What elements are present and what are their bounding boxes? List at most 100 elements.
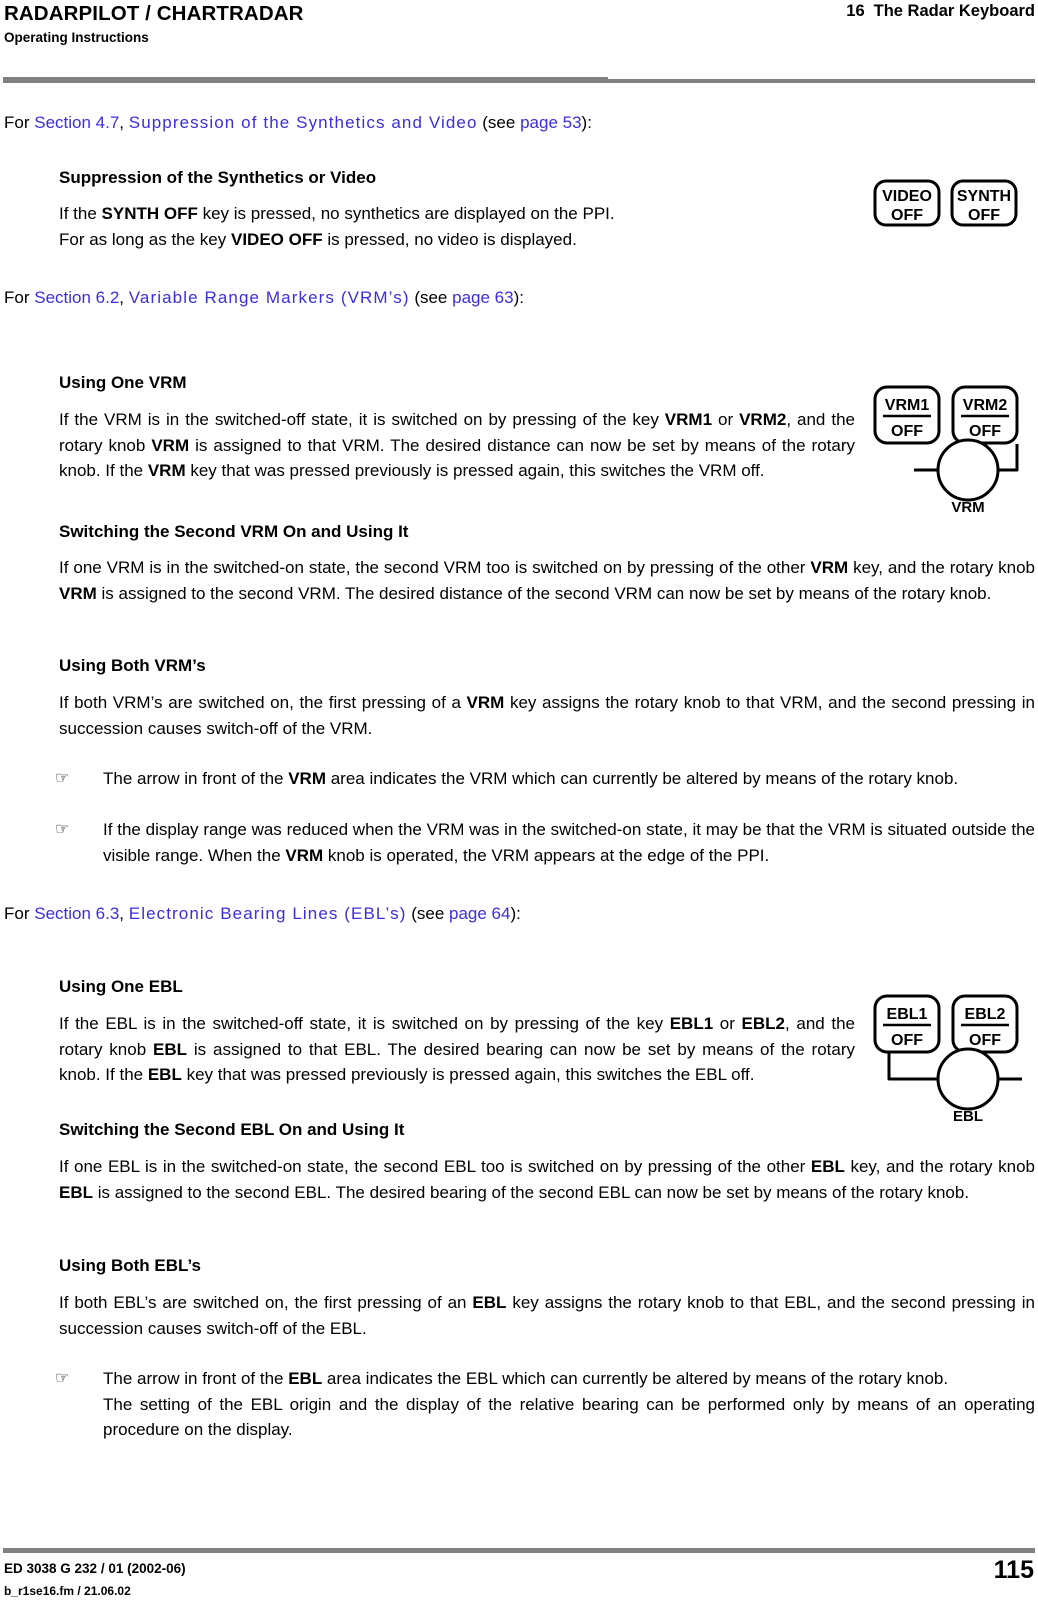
s2-c: or [712, 410, 740, 429]
vrm1-key-line1: VRM1 [885, 397, 930, 414]
s1-l1c: key is pressed, no synthetics are displa… [197, 204, 615, 223]
s2-d: VRM2 [739, 410, 787, 429]
section-5-paragraph: If the EBL is in the switched-off state,… [59, 1011, 855, 1088]
reference-line-section-4-7: For Section 4.7, Suppression of the Synt… [4, 113, 592, 133]
ref1-title-link[interactable]: Suppression of the Synthetics and Video [129, 113, 478, 132]
s5-h: EBL [147, 1065, 182, 1084]
s7-b1c: area indicates the EBL which can current… [322, 1369, 949, 1388]
s4-b1a: The arrow in front of the [103, 769, 289, 788]
s6-d: EBL [59, 1182, 93, 1202]
pointing-hand-icon: ☞ [55, 1370, 70, 1387]
section-2-paragraph: If the VRM is in the switched-off state,… [59, 407, 855, 484]
s2-f: VRM [151, 435, 190, 455]
pointing-hand-icon: ☞ [55, 770, 70, 787]
s4-b1c: area indicates the VRM which can current… [325, 769, 959, 788]
ref2-page-link[interactable]: page 63 [452, 288, 513, 307]
synth-key-line1: SYNTH [957, 188, 1011, 205]
bullet-item-ebl-arrow: ☞ The arrow in front of the EBL area ind… [55, 1366, 1035, 1443]
video-key-line1: VIDEO [882, 188, 932, 205]
ebl1-key-line1: EBL1 [887, 1006, 928, 1023]
section-7-paragraph: If both EBL’s are switched on, the first… [59, 1290, 1035, 1341]
s1-l2b: VIDEO OFF [230, 229, 323, 249]
reference-line-section-6-2: For Section 6.2, Variable Range Markers … [4, 288, 524, 308]
vrm2-key-line2: OFF [969, 423, 1001, 440]
section-heading-using-one-vrm: Using One VRM [59, 373, 187, 392]
ref3-lead: For [4, 904, 35, 923]
footer-doc-id: ED 3038 G 232 / 01 (2002-06) [4, 1561, 186, 1576]
ebl-knob-caption: EBL [953, 1108, 983, 1125]
ebl1-key-line2: OFF [891, 1032, 923, 1049]
s1-l1a: If the [59, 204, 102, 223]
section-heading-switching-second-ebl: Switching the Second EBL On and Using It [59, 1120, 405, 1139]
s2-h: VRM [147, 461, 186, 480]
bullet-item-vrm-range: ☞ If the display range was reduced when … [55, 817, 1035, 868]
section-heading-using-both-ebls: Using Both EBL’s [59, 1256, 201, 1275]
s3-c: key, and the rotary knob [848, 558, 1035, 577]
ref3-section-link[interactable]: Section 6.3 [34, 904, 119, 923]
section-heading-using-both-vrms: Using Both VRM’s [59, 656, 206, 675]
ref3-title-link[interactable]: Electronic Bearing Lines (EBL’s) [129, 904, 407, 923]
s3-e: is assigned to the second VRM. The desir… [96, 583, 992, 603]
s2-a: If the VRM is in the switched-off state,… [59, 410, 665, 429]
key-graphic-ebl: EBL1 OFF EBL2 OFF EBL [872, 993, 1034, 1125]
ref2-section-link[interactable]: Section 6.2 [34, 288, 119, 307]
ref2-comma: , [119, 288, 129, 307]
ref1-page-link[interactable]: page 53 [520, 113, 581, 132]
vrm2-key-line1: VRM2 [963, 397, 1008, 414]
bullet-text-vrm-arrow: The arrow in front of the VRM area indic… [103, 766, 1035, 792]
s1-l2c: is pressed, no video is displayed. [322, 229, 577, 249]
header-chapter-number: 16 [846, 2, 865, 20]
ref2-see-open: (see [409, 288, 453, 307]
ref1-section-link[interactable]: Section 4.7 [34, 113, 119, 132]
s5-b: EBL1 [669, 1014, 714, 1033]
ref1-lead: For [4, 113, 35, 132]
s6-e: is assigned to the second EBL. The desir… [93, 1182, 970, 1202]
bullet-text-vrm-range: If the display range was reduced when th… [103, 817, 1035, 868]
document-page: RADARPILOT / CHARTRADAR Operating Instru… [0, 0, 1038, 1619]
section-heading-switching-second-vrm: Switching the Second VRM On and Using It [59, 522, 409, 541]
ref3-see-open: (see [406, 904, 450, 923]
s4-b2b: VRM [285, 845, 324, 865]
ref2-see-close: ): [513, 288, 524, 307]
s6-b: EBL [810, 1157, 845, 1176]
s7-b1d: The setting of the EBL origin and the di… [103, 1394, 1035, 1440]
s5-d: EBL2 [741, 1014, 786, 1033]
section-heading-suppression: Suppression of the Synthetics or Video [59, 168, 377, 187]
ref3-page-link[interactable]: page 64 [449, 904, 510, 923]
s5-f: EBL [153, 1039, 188, 1059]
header-chapter: 16 The Radar Keyboard [846, 2, 1035, 21]
s4-b2c: knob is operated, the VRM appears at the… [323, 845, 770, 865]
synth-key-line2: OFF [968, 207, 1000, 224]
ref1-comma: , [119, 113, 129, 132]
section-6-paragraph: If one EBL is in the switched-on state, … [59, 1154, 1035, 1205]
s1-l1b: SYNTH OFF [101, 204, 198, 223]
s6-c: key, and the rotary knob [844, 1157, 1035, 1176]
pointing-hand-icon: ☞ [55, 821, 70, 838]
ebl2-key-line1: EBL2 [965, 1006, 1006, 1023]
ref2-title-link[interactable]: Variable Range Markers (VRM’s) [129, 288, 410, 307]
s7-a: If both EBL’s are switched on, the first… [59, 1293, 473, 1312]
s7-b1b: EBL [288, 1369, 323, 1388]
section-4-paragraph: If both VRM’s are switched on, the first… [59, 690, 1035, 741]
s3-d: VRM [59, 583, 97, 603]
section-3-paragraph: If one VRM is in the switched-on state, … [59, 555, 1035, 606]
s7-b: EBL [472, 1293, 507, 1312]
s5-a: If the EBL is in the switched-off state,… [59, 1014, 670, 1033]
s6-a: If one EBL is in the switched-on state, … [59, 1157, 811, 1176]
ref2-lead: For [4, 288, 35, 307]
s1-l2a: For as long as the key [59, 229, 231, 249]
footer-page-number: 115 [993, 1556, 1034, 1584]
ref1-see-open: (see [477, 113, 521, 132]
ref1-see-close: ): [581, 113, 592, 132]
header-rule-right [608, 79, 1035, 83]
reference-line-section-6-3: For Section 6.3, Electronic Bearing Line… [4, 904, 521, 924]
vrm-knob-caption: VRM [951, 499, 984, 516]
section-1-paragraph: If the SYNTH OFF key is pressed, no synt… [59, 201, 849, 252]
ref3-comma: , [119, 904, 129, 923]
s7-b1a: The arrow in front of the [103, 1369, 289, 1388]
key-graphic-video-synth: VIDEO OFF SYNTH OFF [872, 178, 1032, 228]
s3-a: If one VRM is in the switched-on state, … [59, 558, 811, 577]
header-subtitle: Operating Instructions [4, 30, 149, 45]
s5-c: or [713, 1014, 742, 1033]
s3-b: VRM [810, 558, 849, 577]
